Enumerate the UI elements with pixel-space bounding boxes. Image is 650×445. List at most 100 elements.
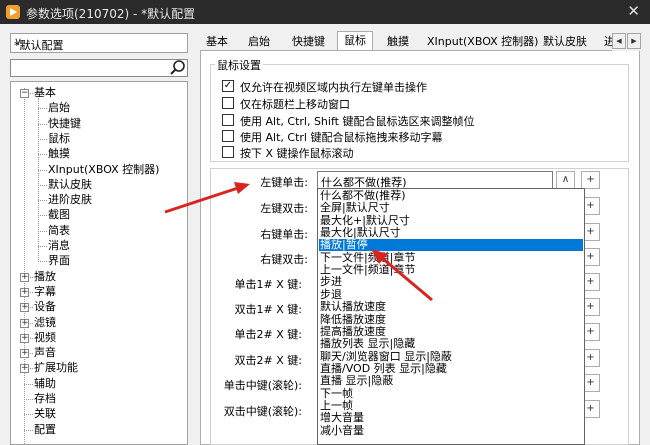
profile-select[interactable]: *默认配置 ∨	[10, 33, 188, 53]
checkbox-label: 使用 Alt, Ctrl, Shift 键配合鼠标选区来调整帧位	[240, 115, 475, 128]
action-field-label: 右键单击:	[260, 228, 308, 241]
checkbox-label: 按下 X 键操作鼠标滚动	[240, 147, 354, 160]
tree-item[interactable]: 界面	[48, 253, 70, 268]
action-dropdown-list[interactable]: 什么都不做(推荐) 全屏|默认尺寸 最大化+|默认尺寸 最大化|默认尺寸 播放|暂停 下一…	[317, 188, 585, 445]
checkbox-checked[interactable]: ✓	[222, 80, 234, 92]
dropdown-option[interactable]: 聊天/浏览器窗口 显示|隐蔽	[320, 350, 452, 363]
tree-guide-line	[38, 230, 47, 232]
tree-guide-line	[38, 98, 39, 262]
tree-item[interactable]: 辅助	[34, 376, 56, 391]
tree-guide-line	[24, 383, 33, 385]
dropdown-option[interactable]: 步退	[320, 288, 342, 301]
options-tree[interactable]: − 基本 启始 快捷键 鼠标 触摸 XInput(XBOX 控制器) 默认皮肤 进阶皮肤 截图 简表…	[10, 81, 188, 445]
tree-item[interactable]: 启始	[48, 100, 70, 115]
tab-6[interactable]: XInput(XBOX 控制器)	[421, 33, 544, 50]
expand-icon[interactable]: +	[20, 272, 29, 282]
tree-item[interactable]: 进阶皮肤	[48, 192, 92, 207]
tree-item[interactable]: 字幕	[34, 284, 56, 299]
expand-icon[interactable]: +	[20, 303, 29, 313]
tree-guide-line	[38, 154, 47, 156]
tree-item[interactable]: 存档	[34, 391, 56, 406]
tree-item[interactable]: 截图	[48, 207, 70, 222]
expand-icon[interactable]: +	[20, 318, 29, 328]
tree-guide-line	[38, 200, 47, 202]
action-field-label: 双击1# X 键:	[234, 303, 302, 316]
tree-guide-line	[38, 108, 47, 110]
checkbox-label: 使用 Alt, Ctrl 键配合鼠标拖拽来移动字幕	[240, 131, 443, 144]
chevron-down-icon: ∨	[14, 35, 23, 48]
tree-item[interactable]: 简表	[48, 223, 70, 238]
action-field-label: 双击2# X 键:	[234, 354, 302, 367]
dropdown-option[interactable]: 全屏|默认尺寸	[320, 202, 390, 214]
tab-4[interactable]: 鼠标	[337, 31, 373, 50]
tree-guide-line	[38, 184, 47, 186]
checkbox-label: 仅允许在视频区域内执行左键单击操作	[240, 81, 427, 94]
tree-item[interactable]: 默认皮肤	[48, 177, 92, 192]
expand-icon[interactable]: +	[20, 287, 29, 297]
dropdown-option[interactable]: 播放|暂停	[319, 239, 583, 252]
tree-guide-line	[38, 138, 47, 140]
checkbox-unchecked[interactable]	[222, 146, 234, 158]
dropdown-option[interactable]: 下一文件|频道|章节	[320, 251, 415, 264]
dropdown-option[interactable]: 增大音量	[320, 412, 364, 424]
tab-3[interactable]: 快捷键	[286, 33, 331, 50]
chevron-up-icon[interactable]: ∧	[556, 171, 575, 189]
app-logo-icon	[6, 5, 20, 19]
tree-item[interactable]: 消息	[48, 238, 70, 253]
dropdown-option[interactable]: 直播 显示|隐蔽	[320, 375, 393, 387]
tree-item[interactable]: 扩展功能	[34, 360, 78, 375]
tree-item[interactable]: 视频	[34, 330, 56, 345]
left-click-action-select[interactable]: 什么都不做(推荐)	[317, 171, 553, 189]
dropdown-option[interactable]: 播放列表 显示|隐藏	[320, 338, 415, 350]
tree-item[interactable]: XInput(XBOX 控制器)	[48, 162, 159, 177]
tab-scroll-left-icon[interactable]: ◀	[612, 33, 626, 49]
expand-icon[interactable]: +	[20, 349, 29, 359]
tree-item[interactable]: 设备	[34, 299, 56, 314]
dropdown-option[interactable]: 最大化+|默认尺寸	[320, 214, 410, 227]
expand-icon[interactable]: +	[20, 364, 29, 374]
action-field-label: 双击中键(滚轮):	[223, 405, 302, 418]
add-binding-button[interactable]: +	[581, 171, 600, 189]
tree-item[interactable]: 关联	[34, 406, 56, 421]
action-field-label: 左键单击:	[260, 176, 308, 189]
tab-scroll-right-icon[interactable]: ▶	[627, 33, 641, 49]
action-field-label: 单击中键(滚轮):	[223, 379, 302, 392]
collapse-icon[interactable]: −	[20, 89, 29, 98]
tree-item[interactable]: 配置	[34, 422, 56, 437]
dropdown-option[interactable]: 默认播放速度	[320, 301, 386, 313]
tab-7[interactable]: 默认皮肤	[537, 33, 593, 50]
tree-guide-line	[38, 169, 47, 171]
tab-8[interactable]: 进	[598, 33, 612, 50]
action-field-label: 单击2# X 键:	[234, 328, 302, 341]
tree-item[interactable]: 鼠标	[48, 131, 70, 146]
checkbox-unchecked[interactable]	[222, 114, 234, 126]
tab-2[interactable]: 启始	[242, 33, 276, 50]
tab-5[interactable]: 触摸	[381, 33, 415, 50]
search-icon[interactable]	[168, 58, 188, 78]
dropdown-option[interactable]: 下一帧	[320, 387, 353, 400]
close-icon[interactable]: ✕	[627, 2, 640, 20]
window-title: 参数选项(210702) - *默认配置	[26, 7, 196, 21]
tree-item[interactable]: 声音	[34, 345, 56, 360]
tree-guide-line	[24, 414, 33, 416]
search-input[interactable]	[10, 59, 188, 77]
dropdown-option[interactable]: 减小音量	[320, 424, 364, 437]
tree-item[interactable]: 播放	[34, 269, 56, 284]
tree-item[interactable]: 滤镜	[34, 315, 56, 330]
dropdown-option[interactable]: 上一文件|频道|章节	[320, 264, 415, 276]
tree-item[interactable]: 快捷键	[48, 116, 81, 131]
tab-bar: 基本启始快捷键鼠标触摸 XInput(XBOX 控制器)默认皮肤进	[200, 31, 612, 51]
tree-guide-line	[24, 399, 33, 400]
tree-guide-line	[24, 88, 25, 444]
tree-guide-line	[38, 261, 47, 263]
dropdown-option[interactable]: 步进	[320, 276, 342, 288]
group-title: 鼠标设置	[215, 57, 263, 73]
tree-item[interactable]: 触摸	[48, 146, 70, 161]
expand-icon[interactable]: +	[20, 333, 29, 343]
dropdown-option[interactable]: 降低播放速度	[320, 313, 386, 326]
checkbox-unchecked[interactable]	[222, 130, 234, 142]
tree-guide-line	[38, 246, 47, 247]
tree-item[interactable]: 基本	[34, 85, 56, 100]
tab-1[interactable]: 基本	[200, 33, 234, 50]
checkbox-unchecked[interactable]	[222, 97, 234, 109]
